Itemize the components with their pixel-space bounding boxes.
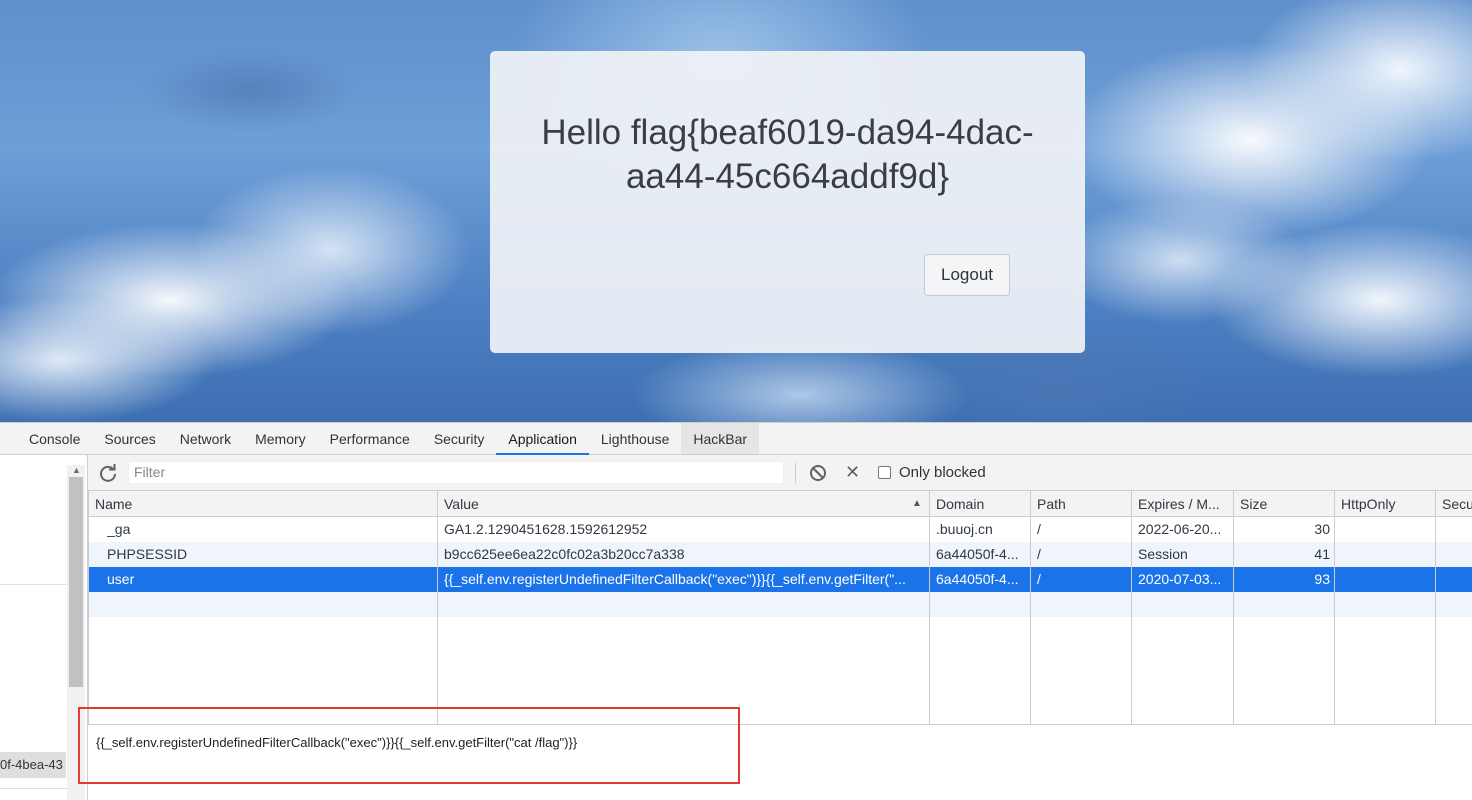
only-blocked-toggle[interactable]: Only blocked <box>878 464 986 481</box>
cookie-expires: Session <box>1138 546 1188 562</box>
page-viewport: Hello flag{beaf6019-da94-4dac-aa44-45c66… <box>0 0 1472 422</box>
column-divider[interactable] <box>437 491 438 724</box>
column-header-domain[interactable]: Domain <box>936 496 984 512</box>
cookies-table-header: Name Value ▲ Domain Path Expires / M... … <box>89 491 1472 517</box>
cookie-value: GA1.2.1290451628.1592612952 <box>444 521 648 537</box>
cookie-domain: 6a44050f-4... <box>936 571 1019 587</box>
cookie-value: b9cc625ee6ea22c0fc02a3b20cc7a338 <box>444 546 685 562</box>
cookies-toolbar: Filter ✕ Only blocked <box>88 455 1472 491</box>
cookie-size: 93 <box>1314 571 1330 587</box>
tab-application[interactable]: Application <box>496 423 589 455</box>
delete-selected-icon[interactable]: ✕ <box>845 463 860 481</box>
cookie-row-phpsessid[interactable]: PHPSESSID b9cc625ee6ea22c0fc02a3b20cc7a3… <box>89 542 1472 567</box>
greeting-card: Hello flag{beaf6019-da94-4dac-aa44-45c66… <box>490 51 1085 353</box>
cookie-domain: 6a44050f-4... <box>936 546 1019 562</box>
sidebar-divider <box>0 788 67 789</box>
column-divider[interactable] <box>1030 491 1031 724</box>
scroll-up-icon[interactable]: ▲ <box>72 465 81 475</box>
cookie-value-preview[interactable]: {{_self.env.registerUndefinedFilterCallb… <box>96 735 577 750</box>
cookie-domain: .buuoj.cn <box>936 521 993 537</box>
column-divider[interactable] <box>1334 491 1335 724</box>
tab-network[interactable]: Network <box>168 423 243 454</box>
cookie-row-user[interactable]: user {{_self.env.registerUndefinedFilter… <box>89 567 1472 592</box>
column-header-size[interactable]: Size <box>1240 496 1267 512</box>
only-blocked-label: Only blocked <box>899 464 986 481</box>
sidebar-scrollbar[interactable]: ▲ <box>67 465 85 800</box>
column-divider[interactable] <box>929 491 930 724</box>
devtools-panel: Console Sources Network Memory Performan… <box>0 422 1472 800</box>
cookie-name: _ga <box>107 521 131 537</box>
cookie-size: 41 <box>1314 546 1330 562</box>
tab-hackbar[interactable]: HackBar <box>681 423 760 454</box>
cookie-value: {{_self.env.registerUndefinedFilterCallb… <box>444 571 906 587</box>
tab-lighthouse[interactable]: Lighthouse <box>589 423 682 454</box>
filter-input[interactable]: Filter <box>128 461 784 484</box>
cookie-path: / <box>1037 521 1041 537</box>
clear-all-cookies-icon[interactable] <box>809 464 827 482</box>
scrollbar-thumb[interactable] <box>69 477 83 687</box>
devtools-tabbar: Console Sources Network Memory Performan… <box>0 422 1472 455</box>
application-sidebar: 0f-4bea-43 ▲ <box>0 455 88 800</box>
tab-memory[interactable]: Memory <box>243 423 318 454</box>
tab-console[interactable]: Console <box>17 423 92 454</box>
tab-performance[interactable]: Performance <box>318 423 422 454</box>
column-divider[interactable] <box>1233 491 1234 724</box>
cookie-expires: 2022-06-20... <box>1138 521 1222 537</box>
toolbar-divider <box>795 463 796 483</box>
column-divider[interactable] <box>1435 491 1436 724</box>
cookie-row-empty <box>89 592 1472 617</box>
column-header-path[interactable]: Path <box>1037 496 1066 512</box>
sidebar-cookie-domain-item[interactable]: 0f-4bea-43 <box>0 752 66 778</box>
column-divider[interactable] <box>1131 491 1132 724</box>
cookies-table: Name Value ▲ Domain Path Expires / M... … <box>88 491 1472 724</box>
cookie-size: 30 <box>1314 521 1330 537</box>
sort-ascending-icon: ▲ <box>912 498 922 509</box>
cookie-name: PHPSESSID <box>107 546 188 562</box>
column-header-name[interactable]: Name <box>95 496 132 512</box>
cookie-path: / <box>1037 546 1041 562</box>
logout-button[interactable]: Logout <box>924 254 1010 296</box>
cookie-expires: 2020-07-03... <box>1138 571 1222 587</box>
cookie-value-preview-pane[interactable]: {{_self.env.registerUndefinedFilterCallb… <box>88 724 1472 800</box>
cookie-name: user <box>107 571 135 587</box>
column-header-expires[interactable]: Expires / M... <box>1138 496 1220 512</box>
column-header-httponly[interactable]: HttpOnly <box>1341 496 1395 512</box>
sidebar-item-label: 0f-4bea-43 <box>0 757 63 772</box>
tab-security[interactable]: Security <box>422 423 497 454</box>
cookie-path: / <box>1037 571 1041 587</box>
column-header-secure[interactable]: Secu <box>1442 496 1472 512</box>
only-blocked-checkbox[interactable] <box>878 466 891 479</box>
reload-icon[interactable] <box>98 463 118 483</box>
sidebar-divider <box>0 584 67 585</box>
tab-sources[interactable]: Sources <box>92 423 167 454</box>
cookie-row-ga[interactable]: _ga GA1.2.1290451628.1592612952 .buuoj.c… <box>89 517 1472 542</box>
greeting-text: Hello flag{beaf6019-da94-4dac-aa44-45c66… <box>541 113 1034 196</box>
column-header-value[interactable]: Value <box>444 496 479 512</box>
